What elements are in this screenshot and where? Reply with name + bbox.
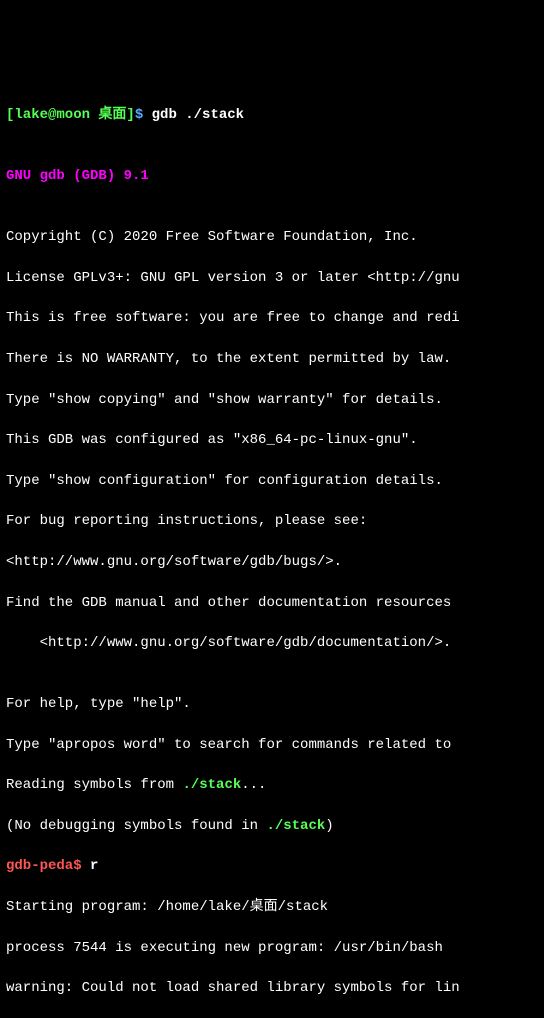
apropos-line: Type "apropos word" to search for comman… (6, 735, 538, 755)
show-copying-line: Type "show copying" and "show warranty" … (6, 390, 538, 410)
user-host: [lake@moon 桌面] (6, 107, 135, 123)
bugs-label-line: For bug reporting instructions, please s… (6, 511, 538, 531)
doc-url-line: <http://www.gnu.org/software/gdb/documen… (6, 633, 538, 653)
command-gdb: gdb ./stack (152, 107, 244, 123)
dollar-sign: $ (135, 107, 152, 123)
copyright-line: Copyright (C) 2020 Free Software Foundat… (6, 227, 538, 247)
no-warranty-line: There is NO WARRANTY, to the extent perm… (6, 349, 538, 369)
reading-symbols-line: Reading symbols from ./stack... (6, 775, 538, 795)
manual-line: Find the GDB manual and other documentat… (6, 593, 538, 613)
license-line: License GPLv3+: GNU GPL version 3 or lat… (6, 268, 538, 288)
starting-program-line: Starting program: /home/lake/桌面/stack (6, 897, 538, 917)
process-exec-line: process 7544 is executing new program: /… (6, 938, 538, 958)
symbols-target: ./stack (182, 777, 241, 793)
configured-line: This GDB was configured as "x86_64-pc-li… (6, 430, 538, 450)
help-line: For help, type "help". (6, 694, 538, 714)
show-configuration-line: Type "show configuration" for configurat… (6, 471, 538, 491)
nodebug-target: ./stack (266, 818, 325, 834)
free-software-line: This is free software: you are free to c… (6, 308, 538, 328)
warning-line: warning: Could not load shared library s… (6, 978, 538, 998)
shell-prompt-line[interactable]: [lake@moon 桌面]$ gdb ./stack (6, 105, 538, 125)
run-command: r (90, 858, 98, 874)
bugs-url-line: <http://www.gnu.org/software/gdb/bugs/>. (6, 552, 538, 572)
gdb-banner: GNU gdb (GDB) 9.1 (6, 166, 538, 186)
no-debug-symbols-line: (No debugging symbols found in ./stack) (6, 816, 538, 836)
gdb-peda-prompt: gdb-peda$ (6, 858, 90, 874)
gdb-peda-prompt-line[interactable]: gdb-peda$ r (6, 856, 538, 876)
